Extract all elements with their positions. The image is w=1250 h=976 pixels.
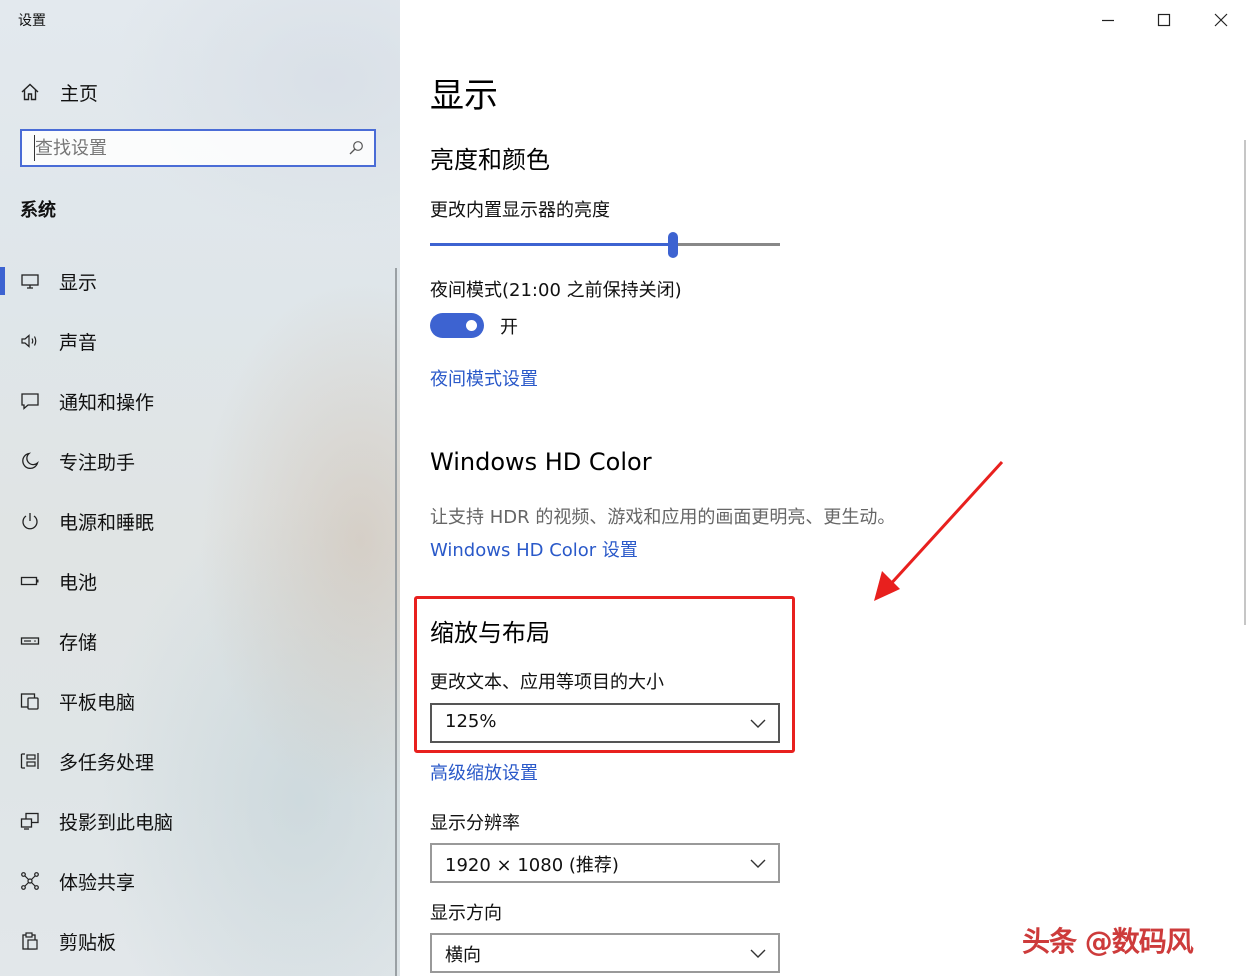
sidebar-item-label: 通知和操作 <box>59 392 155 414</box>
sidebar-scrollbar[interactable] <box>395 268 397 976</box>
sidebar-item-clipboard[interactable]: 剪贴板 <box>0 919 396 963</box>
sidebar-item-multitasking[interactable]: 多任务处理 <box>0 739 396 783</box>
main-content: 显示 亮度和颜色 更改内置显示器的亮度 夜间模式(21:00 之前保持关闭) 开… <box>400 0 1250 976</box>
orientation-dropdown-value: 横向 <box>445 945 481 966</box>
sidebar-item-notifications[interactable]: 通知和操作 <box>0 379 396 423</box>
night-mode-label: 夜间模式(21:00 之前保持关闭) <box>430 280 682 301</box>
sidebar: 设置 主页 系统 显示 声音 通知和操作 <box>0 0 400 976</box>
home-icon <box>21 83 39 101</box>
brightness-slider[interactable] <box>430 232 780 258</box>
sidebar-item-tablet[interactable]: 平板电脑 <box>0 679 396 723</box>
watermark: 头条 @数码风 <box>1022 925 1194 958</box>
sidebar-item-shared-experiences[interactable]: 体验共享 <box>0 859 396 903</box>
project-icon <box>20 811 40 831</box>
storage-icon <box>20 631 40 651</box>
slider-fill <box>430 243 674 246</box>
sidebar-item-storage[interactable]: 存储 <box>0 619 396 663</box>
share-icon <box>20 871 40 891</box>
sidebar-item-label: 剪贴板 <box>59 932 117 954</box>
sidebar-item-label: 体验共享 <box>59 872 136 894</box>
monitor-icon <box>20 271 40 291</box>
hd-color-heading: Windows HD Color <box>430 448 652 476</box>
brightness-slider-label: 更改内置显示器的亮度 <box>430 200 610 221</box>
slider-thumb[interactable] <box>668 232 679 258</box>
sidebar-item-power-sleep[interactable]: 电源和睡眠 <box>0 499 396 543</box>
sidebar-item-focus-assist[interactable]: 专注助手 <box>0 439 396 483</box>
active-indicator <box>0 267 5 295</box>
minimize-icon[interactable] <box>1100 12 1116 28</box>
sidebar-home[interactable]: 主页 <box>20 78 98 106</box>
sidebar-item-label: 声音 <box>59 332 98 354</box>
sidebar-item-display[interactable]: 显示 <box>0 259 396 303</box>
orientation-label: 显示方向 <box>430 903 502 924</box>
search-box[interactable] <box>20 129 376 167</box>
sidebar-item-label: 电池 <box>59 572 98 594</box>
resolution-dropdown[interactable]: 1920 × 1080 (推荐) <box>430 843 780 883</box>
toggle-knob <box>466 320 477 331</box>
night-mode-toggle-state: 开 <box>500 317 518 338</box>
chevron-down-icon <box>750 859 766 868</box>
resolution-dropdown-value: 1920 × 1080 (推荐) <box>445 855 619 876</box>
notification-icon <box>20 391 40 411</box>
sidebar-item-label: 平板电脑 <box>59 692 136 714</box>
resolution-label: 显示分辨率 <box>430 813 520 834</box>
sidebar-item-label: 专注助手 <box>59 452 136 474</box>
chevron-down-icon <box>750 949 766 958</box>
sidebar-section-title: 系统 <box>20 200 56 221</box>
advanced-scaling-link[interactable]: 高级缩放设置 <box>430 759 538 785</box>
multitask-icon <box>20 751 40 771</box>
annotation-arrow-icon <box>874 460 1004 601</box>
battery-icon <box>20 571 40 591</box>
annotation-highlight-box <box>414 596 795 753</box>
sidebar-item-label: 电源和睡眠 <box>59 512 155 534</box>
night-mode-toggle[interactable] <box>430 313 484 338</box>
hd-color-description: 让支持 HDR 的视频、游戏和应用的画面更明亮、更生动。 <box>430 507 896 528</box>
search-icon[interactable] <box>348 140 364 156</box>
tablet-icon <box>20 691 40 711</box>
maximize-icon[interactable] <box>1156 12 1172 28</box>
orientation-dropdown[interactable]: 横向 <box>430 933 780 973</box>
main-scrollbar[interactable] <box>1244 140 1246 625</box>
speaker-icon <box>20 331 40 351</box>
sidebar-item-sound[interactable]: 声音 <box>0 319 396 363</box>
app-title: 设置 <box>18 13 46 29</box>
sidebar-item-label: 多任务处理 <box>59 752 155 774</box>
hd-color-settings-link[interactable]: Windows HD Color 设置 <box>430 536 638 562</box>
sidebar-item-label: 显示 <box>59 272 98 294</box>
sidebar-item-project[interactable]: 投影到此电脑 <box>0 799 396 843</box>
sidebar-item-battery[interactable]: 电池 <box>0 559 396 603</box>
search-input[interactable] <box>34 135 335 161</box>
page-title: 显示 <box>430 76 498 116</box>
sidebar-item-label: 投影到此电脑 <box>59 812 174 834</box>
brightness-heading: 亮度和颜色 <box>430 146 550 174</box>
moon-icon <box>20 451 40 471</box>
sidebar-home-label: 主页 <box>60 82 99 105</box>
power-icon <box>20 511 40 531</box>
close-icon[interactable] <box>1213 12 1229 28</box>
night-mode-settings-link[interactable]: 夜间模式设置 <box>430 365 538 391</box>
clipboard-icon <box>20 931 40 951</box>
sidebar-item-label: 存储 <box>59 632 98 654</box>
